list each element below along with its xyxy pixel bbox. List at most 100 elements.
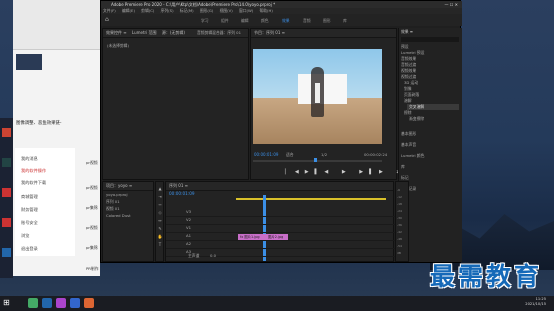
side-link[interactable]: pr视频 [86,160,98,166]
workspace-tab[interactable]: 音频 [303,18,311,24]
track-v1: V1 [166,225,395,233]
track-a3: A3 [166,249,395,257]
razor-icon[interactable]: ◇ [157,210,163,216]
taskbar-app-icon[interactable] [56,298,66,308]
menu-item[interactable]: 我的软件操作 [17,166,87,175]
track-label[interactable]: V3 [186,209,191,214]
timeline-clip[interactable]: 图片2.jpg [266,234,288,240]
side-link[interactable]: PR制作 [86,266,99,272]
workspace-tab-active[interactable]: 效果 [282,18,290,24]
track-label[interactable]: A2 [186,241,191,246]
taskbar-app-icon[interactable] [84,298,94,308]
effects-item[interactable]: 渐变擦除 [409,116,424,122]
meter-tick: -42 [397,230,402,234]
menu-item[interactable]: 我的软件下载 [17,178,87,187]
project-item[interactable]: Colored Dust [106,213,131,218]
slip-icon[interactable]: ↔ [157,218,163,224]
menu-item[interactable]: 窗口(W) [239,8,253,13]
effects-search-input[interactable] [401,37,459,42]
tab-effect-controls[interactable]: 效果控件 ≡ [106,30,127,35]
doc-text: 图像调整、恶鱼效果链- [16,121,62,126]
menu-item[interactable]: 编辑(E) [122,8,135,13]
program-scrubber[interactable] [253,160,382,162]
workspace-tab[interactable]: 颜色 [261,18,269,24]
selection-tool-icon[interactable]: ▲ [157,186,163,192]
workspace-tab[interactable]: 图形 [323,18,331,24]
program-timecode-right: 00:00:02:24 [364,152,388,157]
timeline-clip[interactable]: fx 图片1.jpg [238,234,266,240]
program-video-frame [253,49,382,144]
start-icon[interactable]: ⊞ [3,298,10,307]
master-volume[interactable]: 0.0 [210,253,216,258]
menu-item[interactable]: 帮助(H) [259,8,272,13]
track-select-icon[interactable]: ⇥ [157,194,163,200]
timeline-tab[interactable]: 序列 01 ≡ [166,182,393,191]
taskbar-clock[interactable]: 11:25 2021/10/15 [525,297,546,307]
menu-item[interactable]: 标记(M) [180,8,194,13]
track-label[interactable]: V2 [186,217,191,222]
window-controls[interactable]: — ☐ ✕ [445,2,458,7]
menu-item[interactable]: 退出登录 [17,244,87,253]
menu-item[interactable]: 财务管理 [17,205,87,214]
tab-audio-mixer[interactable]: 音频剪辑混合器：序列 01 [197,30,241,36]
panel-section[interactable]: 基本图形 [401,131,416,137]
meter-tick: -54 [397,244,402,248]
project-item[interactable]: 视频 01 [106,206,120,212]
app-icon[interactable] [2,188,11,197]
meter-scale: -6 -12 -18 -24 -30 -36 -42 -48 -54 dB [397,187,402,257]
no-clip-message: (未选择剪辑) [107,43,129,48]
meter-tick: -12 [397,195,402,199]
project-tab[interactable]: 项目：yoyo ≡ [103,182,153,191]
workspace-tab[interactable]: 组件 [221,18,229,24]
menu-item[interactable]: 账号安全 [17,218,87,227]
user-menu: 我的消息 我的软件操作 我的软件下载 商城管理 财务管理 账号安全 浏览 退出登… [15,148,75,256]
taskbar-app-icon[interactable] [28,298,38,308]
menu-item[interactable]: 文件(F) [103,8,116,13]
playhead-marker[interactable] [314,158,317,162]
menu-item[interactable]: 图形(G) [200,8,214,13]
side-link[interactable]: pr视频 [86,225,98,231]
workspace-tab[interactable]: 编辑 [241,18,249,24]
tab-source[interactable]: 源：(无剪辑) [162,30,185,35]
meter-tick: -36 [397,223,402,227]
effects-tab[interactable]: 效果 ≡ [401,29,413,35]
menu-item[interactable]: 浏览 [17,231,87,240]
menu-item[interactable]: 我的消息 [17,154,87,163]
menu-item[interactable]: 视图(V) [220,8,233,13]
menu-item[interactable]: 剪辑(C) [141,8,154,13]
side-link[interactable]: pr视频 [86,185,98,191]
tab-lumetri-scopes[interactable]: Lumetri 范围 [132,30,157,35]
pen-icon[interactable]: ✎ [157,226,163,232]
app-icon[interactable] [2,158,11,167]
panel-header[interactable]: 节目：序列 01 ≡ [251,29,396,38]
ripple-edit-icon[interactable]: ⇿ [157,202,163,208]
resolution-dropdown[interactable]: 1/2 [321,152,327,157]
home-icon[interactable]: ⌂ [105,16,109,23]
master-track-label: 主声道 [188,253,200,258]
panel-section[interactable]: 库 [401,164,405,170]
workspace-tab[interactable]: 学习 [201,18,209,24]
tools-panel: ▲ ⇥ ⇿ ◇ ↔ ✎ ✋ T [155,181,164,262]
track-v2: V2 [166,217,395,225]
taskbar-app-icon[interactable] [70,298,80,308]
hand-icon[interactable]: ✋ [157,234,163,240]
window-title: Adobe Premiere Pro 2020 - C:\用户\Ktp\文档\A… [101,1,462,8]
taskbar-app-icon[interactable] [42,298,52,308]
panel-section[interactable]: 基本声音 [401,142,416,148]
menu-item[interactable]: 商城管理 [17,192,87,201]
type-icon[interactable]: T [157,242,163,248]
menu-item[interactable]: 序列(S) [161,8,174,13]
side-link[interactable]: pr集锦 [86,205,98,211]
app-icon[interactable] [2,128,11,137]
fit-dropdown[interactable]: 适合 [286,152,294,158]
app-icon[interactable] [2,248,11,257]
track-label[interactable]: V1 [186,225,191,230]
workspace-tab[interactable]: 库 [343,18,347,24]
side-link[interactable]: pr集锦 [86,245,98,251]
track-label[interactable]: A1 [186,233,191,238]
audio-meter: -6 -12 -18 -24 -30 -36 -42 -48 -54 dB [395,181,409,262]
work-area-bar[interactable] [236,198,386,200]
panel-section[interactable]: Lumetri 颜色 [401,153,424,159]
app-icon[interactable] [2,218,11,227]
project-item[interactable]: 序列 01 [106,199,120,205]
